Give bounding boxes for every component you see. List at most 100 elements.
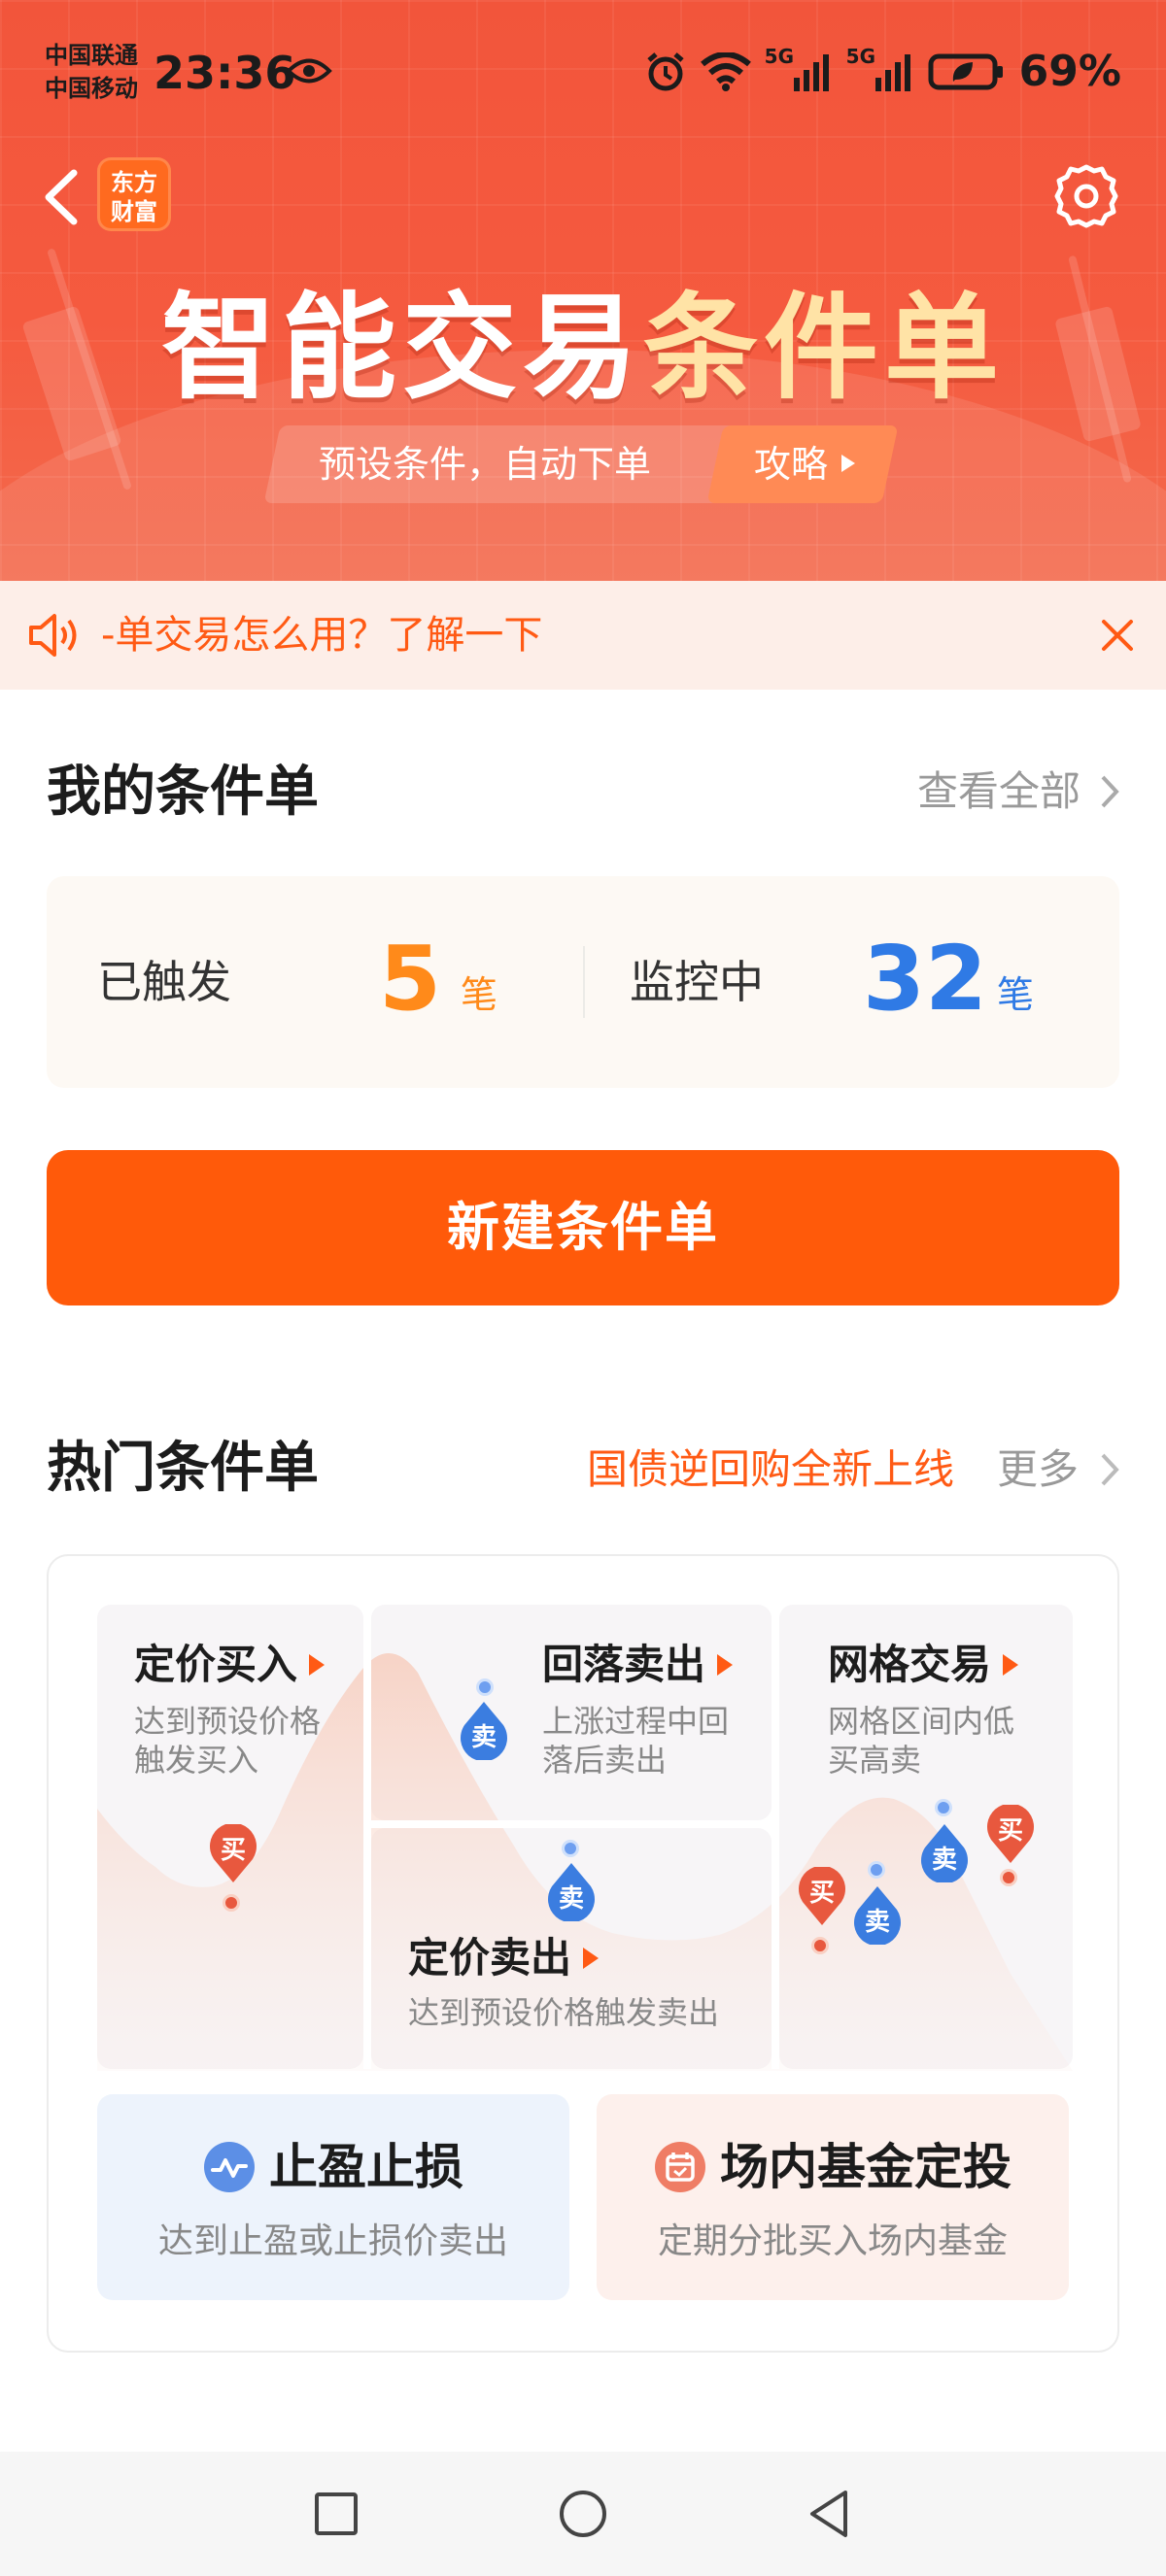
triggered-count[interactable]: 5 xyxy=(379,927,441,1032)
monitoring-count[interactable]: 32 xyxy=(863,927,987,1032)
grid-trade-desc-1: 网格区间内低 xyxy=(828,1703,1015,1740)
logo-line-2: 财富 xyxy=(111,198,157,225)
fund-title[interactable]: 场内基金定投 xyxy=(720,2133,1012,2201)
promo-link[interactable]: 国债逆回购全新上线 xyxy=(587,1436,954,1504)
recent-apps-icon[interactable] xyxy=(305,2483,367,2545)
monitoring-unit: 笔 xyxy=(997,973,1035,1016)
feature-fund-investment[interactable]: 场内基金定投 定期分批买入场内基金 xyxy=(597,2094,1069,2300)
view-all-label[interactable]: 查看全部 xyxy=(917,758,1080,826)
triggered-label[interactable]: 已触发 xyxy=(97,948,231,1016)
fixed-sell-title-row[interactable]: 定价卖出 xyxy=(408,1929,600,1987)
status-time: 23:36 xyxy=(154,47,296,99)
logo-line-1: 东方 xyxy=(111,169,157,196)
fixed-buy-desc-2: 触发买入 xyxy=(134,1742,259,1779)
header-banner: 中国联通 中国移动 23:36 5G 5G 69% 东方 财富 智能交易条件单 … xyxy=(0,0,1166,581)
grid-trade-title[interactable]: 网格交易 xyxy=(828,1636,991,1694)
speaker-icon xyxy=(29,614,77,657)
buy-marker-text: 买 xyxy=(808,1879,835,1908)
feature-stop-profit-loss[interactable]: 止盈止损 达到止盈或止损价卖出 xyxy=(97,2094,569,2300)
banner-title-accent: 条件单 xyxy=(643,281,1006,415)
fixed-sell-desc: 达到预设价格触发卖出 xyxy=(408,1994,720,2031)
fixed-buy-desc-1: 达到预设价格 xyxy=(134,1703,322,1740)
triggered-unit: 笔 xyxy=(461,973,498,1016)
monitoring-label[interactable]: 监控中 xyxy=(630,948,764,1016)
carrier-names: 中国联通 中国移动 xyxy=(45,39,138,105)
guide-label[interactable]: 攻略 xyxy=(754,439,828,490)
close-icon[interactable] xyxy=(1094,612,1141,659)
order-stats-panel: 已触发 5 笔 监控中 32 笔 xyxy=(47,876,1119,1088)
pullback-sell-desc: 上涨过程中回 落后卖出 xyxy=(542,1702,729,1779)
battery-level: 69% xyxy=(1018,47,1121,96)
buy-point xyxy=(811,1937,829,1954)
grid-trade-title-row[interactable]: 网格交易 xyxy=(828,1636,1019,1694)
sell-point xyxy=(868,1861,885,1879)
guide-arrow-icon[interactable] xyxy=(841,455,855,472)
back-triangle-icon[interactable] xyxy=(799,2483,861,2545)
pullback-sell-desc-2: 落后卖出 xyxy=(542,1742,668,1779)
sell-marker-text: 卖 xyxy=(558,1884,584,1914)
eastmoney-logo: 东方 财富 xyxy=(97,157,171,231)
sell-point xyxy=(562,1840,579,1857)
tile-divider xyxy=(772,1605,779,2069)
gear-icon[interactable] xyxy=(1051,161,1121,231)
fixed-buy-title-row[interactable]: 定价买入 xyxy=(134,1636,326,1694)
eye-icon xyxy=(286,58,332,84)
pullback-sell-title[interactable]: 回落卖出 xyxy=(542,1636,705,1694)
sell-marker-text: 卖 xyxy=(864,1908,890,1937)
fixed-sell-title[interactable]: 定价卖出 xyxy=(408,1929,571,1987)
sell-marker-label: 卖 xyxy=(919,1834,970,1894)
chevron-right-icon[interactable] xyxy=(1100,774,1119,809)
banner-subtitle-bar: 预设条件，自动下单 攻略 xyxy=(263,425,899,503)
fund-title-row[interactable]: 场内基金定投 xyxy=(597,2133,1069,2201)
sell-marker-text: 卖 xyxy=(470,1723,497,1752)
banner-title: 智能交易条件单 xyxy=(0,254,1166,421)
battery-icon xyxy=(928,53,1003,89)
chevron-right-icon[interactable] xyxy=(1100,1452,1119,1487)
grid-trade-desc: 网格区间内低 买高卖 xyxy=(828,1702,1014,1779)
arrow-right-icon xyxy=(1003,1654,1019,1676)
tile-divider xyxy=(371,1820,772,1828)
signal-icon-2: 5G xyxy=(846,45,914,93)
signal-icon-1: 5G xyxy=(765,45,833,93)
calendar-icon xyxy=(655,2142,705,2192)
pullback-sell-title-row[interactable]: 回落卖出 xyxy=(542,1636,734,1694)
more-link[interactable]: 更多 xyxy=(997,1436,1119,1504)
sell-marker-label: 卖 xyxy=(546,1873,597,1933)
banner-title-main: 智能交易 xyxy=(160,281,643,415)
hot-orders-title: 热门条件单 xyxy=(47,1437,319,1500)
carrier-2: 中国移动 xyxy=(45,75,138,102)
alarm-icon xyxy=(647,51,684,90)
arrow-right-icon xyxy=(309,1654,326,1676)
sell-point xyxy=(935,1799,952,1816)
stop-title-row[interactable]: 止盈止损 xyxy=(97,2133,569,2201)
notice-text[interactable]: -单交易怎么用？了解一下 xyxy=(101,606,542,664)
my-orders-title: 我的条件单 xyxy=(47,761,319,824)
notice-bar[interactable]: -单交易怎么用？了解一下 xyxy=(0,581,1166,690)
buy-marker-label: 买 xyxy=(797,1867,847,1927)
sell-marker-label: 卖 xyxy=(852,1896,903,1956)
trend-wave-icon xyxy=(204,2142,255,2192)
buy-marker-text: 买 xyxy=(220,1836,246,1865)
fixed-buy-desc: 达到预设价格 触发买入 xyxy=(134,1702,321,1779)
fund-desc: 定期分批买入场内基金 xyxy=(657,2221,1008,2261)
arrow-right-icon xyxy=(583,1948,600,1969)
sell-point xyxy=(476,1678,494,1696)
new-order-button[interactable]: 新建条件单 xyxy=(47,1150,1119,1305)
status-bar: 中国联通 中国移动 23:36 5G 5G 69% xyxy=(0,0,1166,146)
buy-marker-text: 买 xyxy=(997,1816,1023,1846)
stats-divider xyxy=(583,946,585,1018)
stop-desc: 达到止盈或止损价卖出 xyxy=(157,2221,508,2261)
pullback-sell-desc-1: 上涨过程中回 xyxy=(542,1703,730,1740)
back-arrow-icon[interactable] xyxy=(39,167,82,227)
arrow-right-icon xyxy=(717,1654,734,1676)
home-icon[interactable] xyxy=(552,2483,614,2545)
stop-title[interactable]: 止盈止损 xyxy=(269,2133,463,2201)
carrier-1: 中国联通 xyxy=(45,42,138,69)
fixed-buy-title[interactable]: 定价买入 xyxy=(134,1636,297,1694)
system-navigation-bar xyxy=(0,2452,1166,2576)
more-label[interactable]: 更多 xyxy=(997,1436,1079,1504)
banner-subtitle: 预设条件，自动下单 xyxy=(319,443,652,486)
sell-marker-label: 卖 xyxy=(459,1712,509,1772)
sell-marker-text: 卖 xyxy=(931,1846,957,1875)
view-all-link[interactable]: 查看全部 xyxy=(917,758,1119,826)
